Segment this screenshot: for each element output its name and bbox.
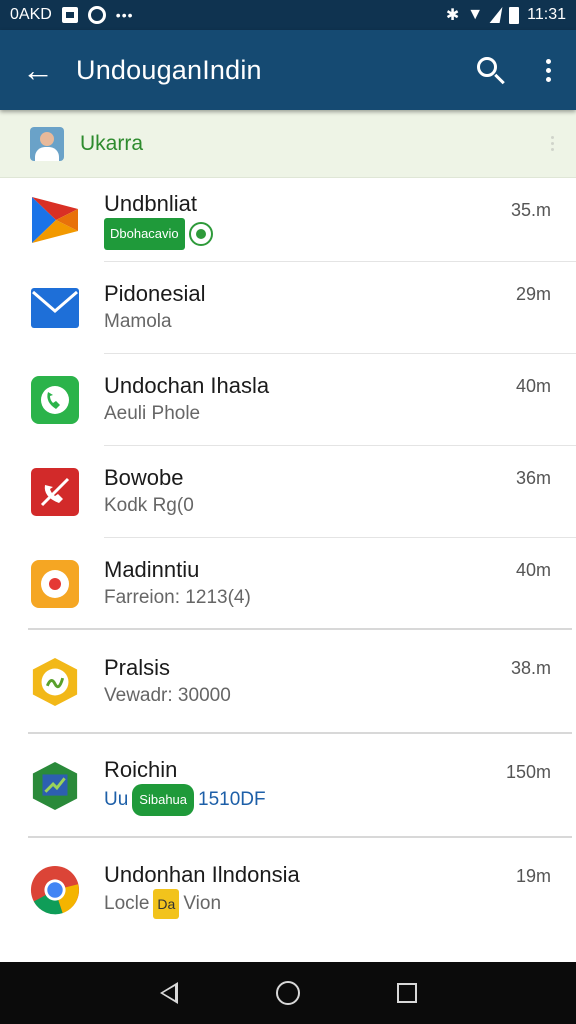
item-title: Pralsis — [104, 655, 171, 680]
more-dot — [545, 76, 551, 82]
no-call-icon — [30, 467, 80, 517]
status-right: ✱ ▼ 11:31 — [446, 5, 566, 25]
item-time: 150m — [505, 762, 551, 782]
item-title: Pidonesial — [104, 281, 206, 306]
shield-icon — [30, 761, 80, 811]
item-texts: Undonhan Ilndonsia Locle Da Vion — [104, 861, 300, 919]
nav-home-button[interactable] — [268, 973, 308, 1013]
item-texts: Pidonesial Mamola — [104, 280, 206, 336]
menu-dot — [551, 136, 554, 139]
item-time: 40m — [515, 560, 551, 580]
search-button[interactable] — [460, 30, 520, 110]
list-item[interactable]: Bowobe Kodk Rg(0 36m — [0, 446, 576, 538]
app-list: Undbnliat Dbohacavio 35.m Pidonesial Mam… — [0, 178, 576, 942]
square-recents-icon — [396, 983, 417, 1003]
item-texts: Undbnliat Dbohacavio — [104, 190, 213, 250]
list-item[interactable]: Pidonesial Mamola 29m — [0, 262, 576, 354]
item-subtitle: Vewadr: 30000 — [104, 685, 231, 706]
list-item[interactable]: Madinntiu Farreion: 1213(4) 40m — [0, 538, 576, 630]
badge-icon — [30, 657, 80, 707]
triangle-back-icon — [160, 982, 179, 1004]
item-subtitle: Locle Da Vion — [104, 889, 300, 919]
status-badge: Dbohacavio — [104, 218, 185, 250]
item-subtitle: Mamola — [104, 311, 172, 332]
item-time: 40m — [515, 376, 551, 396]
list-item[interactable]: Pralsis Vewadr: 30000 38.m — [0, 630, 576, 734]
signal-icon — [489, 7, 503, 23]
more-notifications-icon: ••• — [115, 7, 134, 23]
item-subtitle: Uu Sibahua 1510DF — [104, 784, 266, 816]
item-texts: Undochan Ihasla Aeuli Phole — [104, 372, 269, 428]
item-texts: Bowobe Kodk Rg(0 — [104, 464, 194, 520]
play-store-icon — [30, 195, 80, 245]
item-subtitle: Kodk Rg(0 — [104, 495, 194, 516]
circle-home-icon — [275, 981, 300, 1005]
account-name: Ukarra — [80, 131, 144, 155]
subtitle-prefix: Uu — [104, 789, 129, 810]
subtitle-value: 1510DF — [198, 789, 266, 810]
search-icon — [477, 57, 497, 77]
status-bar: 0AKD ••• ✱ ▼ 11:31 — [0, 0, 576, 30]
account-bar[interactable]: Ukarra — [0, 110, 576, 178]
back-button[interactable]: ← — [0, 30, 76, 110]
battery-icon — [509, 6, 520, 24]
list-item[interactable]: Undochan Ihasla Aeuli Phole 40m — [0, 354, 576, 446]
item-subtitle: Farreion: 1213(4) — [104, 587, 251, 608]
menu-dot — [551, 148, 554, 151]
item-subtitle: Aeuli Phole — [104, 403, 201, 424]
avatar[interactable] — [30, 126, 64, 161]
overflow-menu-button[interactable] — [520, 30, 576, 110]
menu-dot — [551, 142, 554, 145]
item-texts: Roichin Uu Sibahua 1510DF — [104, 756, 266, 816]
bluetooth-icon: ✱ — [445, 7, 460, 24]
status-badge: Sibahua — [132, 784, 195, 816]
item-title: Bowobe — [104, 465, 184, 490]
item-title: Madinntiu — [104, 557, 200, 582]
status-left: 0AKD ••• — [10, 6, 134, 24]
item-time: 38.m — [510, 658, 551, 678]
phone-icon — [30, 375, 80, 425]
more-dot — [545, 58, 551, 64]
list-item[interactable]: Roichin Uu Sibahua 1510DF 150m — [0, 734, 576, 838]
wifi-icon: ▼ — [467, 6, 484, 23]
system-nav-bar — [0, 962, 576, 1024]
item-subtitle: Dbohacavio — [104, 218, 213, 250]
item-title: Undbnliat — [104, 191, 197, 216]
item-texts: Madinntiu Farreion: 1213(4) — [104, 556, 251, 612]
item-time: 19m — [515, 866, 551, 886]
item-time: 35.m — [510, 200, 551, 220]
mail-icon — [30, 283, 80, 333]
verified-icon — [188, 222, 213, 246]
record-icon — [30, 559, 80, 609]
subtitle-prefix: Locle — [104, 893, 150, 914]
list-item[interactable]: Undbnliat Dbohacavio 35.m — [0, 178, 576, 262]
chrome-icon — [30, 865, 80, 915]
app-bar: ← UndouganIndin — [0, 30, 576, 110]
item-texts: Pralsis Vewadr: 30000 — [104, 654, 231, 710]
page-title: UndouganIndin — [76, 54, 262, 85]
image-notification-icon — [61, 7, 78, 23]
sync-notification-icon — [87, 6, 106, 24]
status-left-text: 0AKD — [10, 6, 52, 23]
subtitle-value: Vion — [183, 893, 222, 914]
arrow-left-icon: ← — [22, 51, 54, 88]
account-menu-icon[interactable] — [551, 136, 554, 151]
status-badge: Da — [153, 889, 180, 919]
item-time: 36m — [515, 468, 551, 488]
item-time: 29m — [515, 284, 551, 304]
item-title: Undonhan Ilndonsia — [104, 862, 300, 887]
nav-recents-button[interactable] — [387, 973, 427, 1013]
list-item[interactable]: Undonhan Ilndonsia Locle Da Vion 19m — [0, 838, 576, 942]
status-time: 11:31 — [527, 6, 566, 23]
nav-back-button[interactable] — [149, 973, 189, 1013]
more-dot — [545, 67, 551, 73]
item-title: Roichin — [104, 757, 178, 782]
item-title: Undochan Ihasla — [104, 373, 270, 398]
